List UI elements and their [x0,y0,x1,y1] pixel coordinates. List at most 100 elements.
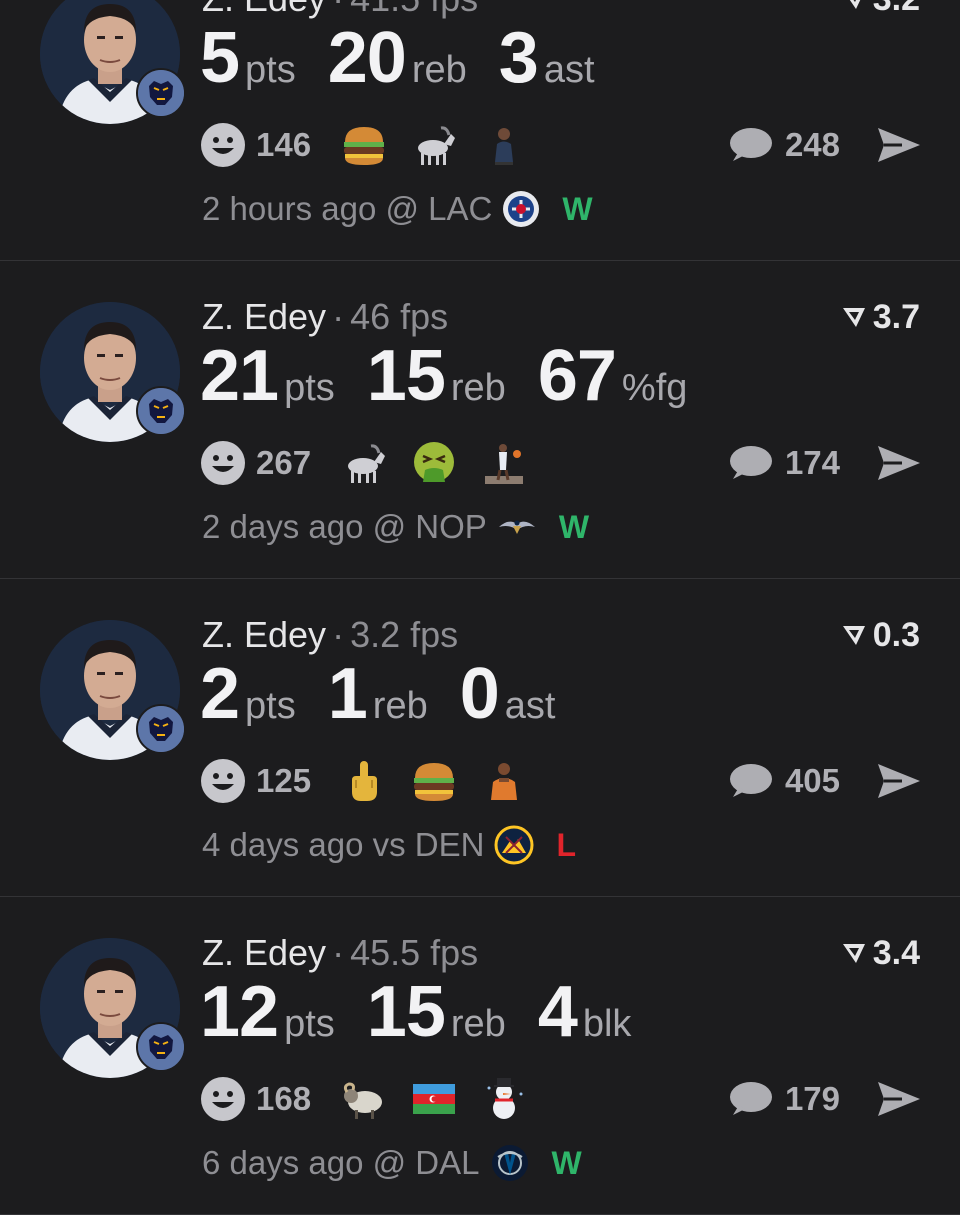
smiley-face-icon [201,123,245,167]
comment-bubble-icon [729,446,772,479]
opponent: @ NOP [372,508,487,545]
action-bar: 125 405 [200,755,922,807]
game-result: W [551,1145,582,1181]
separator-dot: · [332,0,344,19]
game-info[interactable]: 4 days ago vs DEN L [202,825,576,865]
person-sticker-icon[interactable] [481,122,527,168]
rating-arrow-icon [849,0,860,9]
separator-dot: · [332,614,345,655]
stat-item: 20 reb [328,18,467,98]
smiley-face-icon [201,759,245,803]
opponent: @ DAL [372,1144,480,1181]
game-post-card[interactable]: Z. Edey · 3.2 fps 0.3 2 pts 1 reb 0 ast 125 4… [0,579,960,897]
goat-emoji-icon[interactable] [411,122,457,168]
stat-value: 12 [200,972,279,1052]
reaction-button[interactable]: 146 [200,122,311,168]
player-name[interactable]: Z. Edey [202,296,326,337]
stat-value: 3 [498,18,539,98]
reaction-count: 267 [256,444,312,481]
share-send-icon[interactable] [876,761,922,801]
snowman-emoji-icon[interactable] [481,1076,527,1122]
comments-button[interactable]: 179 [727,1079,840,1119]
game-info[interactable]: 2 days ago @ NOP W [202,507,589,547]
comment-count: 174 [784,444,840,481]
game-result: W [558,509,590,545]
stat-item: 0 ast [460,654,556,734]
goat-emoji-icon[interactable] [341,440,387,486]
stat-unit: reb [450,367,506,409]
share-send-icon[interactable] [876,125,922,165]
fps-value: 45.5 fps [350,932,479,973]
stat-unit: ast [543,49,595,91]
middle-finger-emoji-icon[interactable] [341,758,387,804]
rating-score: 0.3 [841,615,920,655]
grizzlies-logo-icon [136,1022,186,1072]
reaction-button[interactable]: 125 [200,758,311,804]
comments-button[interactable]: 405 [727,761,840,801]
separator-dot: · [332,932,345,973]
stat-item: 2 pts [200,654,296,734]
post-header: Z. Edey · 41.5 fps [202,0,478,19]
comments-button[interactable]: 248 [727,125,840,165]
stat-unit: pts [284,1003,335,1045]
game-post-card[interactable]: Z. Edey · 46 fps 3.7 21 pts 15 reb 67 %fg 267… [0,261,960,579]
stat-unit: pts [284,367,335,409]
reaction-count: 146 [256,126,312,163]
game-info[interactable]: 6 days ago @ DAL W [202,1143,582,1183]
stat-item: 21 pts [200,336,335,416]
player-name[interactable]: Z. Edey [202,932,326,973]
stat-item: 5 pts [200,18,296,98]
game-result: W [562,191,593,227]
stat-item: 3 ast [499,18,595,98]
stat-line: 21 pts 15 reb 67 %fg [200,336,719,416]
stat-value: 2 [200,654,240,734]
rating-arrow-icon [842,308,865,327]
reaction-button[interactable]: 168 [200,1076,311,1122]
stat-unit: %fg [621,367,688,409]
share-send-icon[interactable] [876,1079,922,1119]
burger-emoji-icon[interactable] [341,122,387,168]
time-ago: 4 days ago [202,826,364,863]
separator-dot: · [332,296,345,337]
reaction-count: 125 [256,762,312,799]
stat-value: 15 [366,972,446,1052]
opponent: @ LAC [385,190,493,227]
action-bar: 146 248 [200,119,922,171]
share-send-icon[interactable] [876,443,922,483]
reaction-button[interactable]: 267 [200,440,311,486]
stat-value: 15 [366,336,446,416]
time-ago: 2 days ago [202,508,364,545]
rating-score: 3.4 [841,933,920,973]
game-feed: Z. Edey·41.5 fps 3.2 5pts 20reb 3ast 146… [0,0,960,1215]
game-post-card[interactable]: Z. Edey · 41.5 fps 3.2 5pts 20reb 3ast 146… [0,0,960,261]
stat-item: 67 %fg [538,336,688,416]
stat-value: 0 [459,654,500,734]
player-name[interactable]: Z. Edey [202,614,326,655]
stat-line: 2 pts 1 reb 0 ast [200,654,587,734]
rating-arrow-icon [842,944,865,963]
comments-button[interactable]: 174 [727,443,840,483]
dunk-sticker-icon[interactable] [481,440,527,486]
ram-emoji-icon[interactable] [341,1076,387,1122]
rating-value: 3.4 [872,934,920,972]
grizzlies-logo-icon [136,704,186,754]
azerbaijan-flag-emoji-icon[interactable] [411,1076,457,1122]
stat-item: 1 reb [328,654,428,734]
grizzlies-logo-icon [136,68,186,118]
reaction-count: 168 [256,1080,312,1117]
opponent: vs DEN [372,826,485,863]
stat-unit: reb [372,685,428,727]
stat-unit: pts [245,685,296,727]
game-post-card[interactable]: Z. Edey · 45.5 fps 3.4 12 pts 15 reb 4 blk 16… [0,897,960,1215]
smiley-face-icon [201,441,245,485]
stat-value: 67 [537,336,617,416]
game-info[interactable]: 2 hours ago @ LAC W [202,189,593,229]
player-name[interactable]: Z. Edey [202,0,326,19]
nauseated-face-emoji-icon[interactable] [411,440,457,486]
action-bar: 267 174 [200,437,922,489]
person-sticker-icon[interactable] [481,758,527,804]
burger-emoji-icon[interactable] [411,758,457,804]
smiley-face-icon [201,1077,245,1121]
stat-value: 21 [200,336,279,416]
stat-item: 12 pts [200,972,335,1052]
